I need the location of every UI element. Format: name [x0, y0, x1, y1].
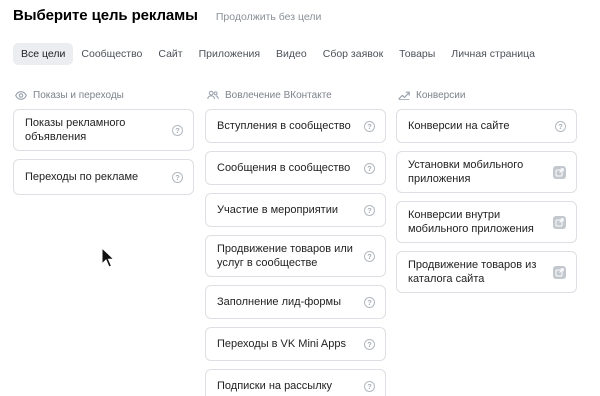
column-heading: Показы и переходы: [13, 88, 194, 102]
goal-filter-tabs: Все цели Сообщество Сайт Приложения Виде…: [13, 43, 543, 65]
goal-card-community-joins[interactable]: Вступления в сообщество ?: [205, 109, 386, 143]
tab-all-goals[interactable]: Все цели: [13, 43, 74, 65]
goal-card-label: Заполнение лид-формы: [217, 296, 341, 308]
column-impressions-clicks: Показы и переходы Показы рекламного объя…: [13, 88, 194, 203]
users-icon: [207, 89, 219, 101]
eye-icon: [15, 89, 27, 101]
skip-goal-link[interactable]: Продолжить без цели: [216, 11, 322, 23]
tab-products[interactable]: Товары: [391, 43, 443, 65]
external-link-icon[interactable]: [553, 215, 566, 229]
goal-card-label: Вступления в сообщество: [217, 120, 351, 132]
column-conversions: Конверсии Конверсии на сайте ? Установки…: [396, 88, 577, 301]
goal-card-label: Подписки на рассылку: [217, 380, 333, 392]
goal-card-event-participation[interactable]: Участие в мероприятии ?: [205, 193, 386, 227]
goal-card-site-conversions[interactable]: Конверсии на сайте ?: [396, 109, 577, 143]
goal-card-label: Участие в мероприятии: [217, 204, 339, 216]
column-heading: Вовлечение ВКонтакте: [205, 88, 386, 102]
goal-card-label: Сообщения в сообщество: [217, 162, 351, 174]
help-icon[interactable]: ?: [364, 338, 375, 350]
goal-card-community-products-promo[interactable]: Продвижение товаров или услуг в сообщест…: [205, 235, 386, 277]
help-icon[interactable]: ?: [364, 296, 375, 308]
goal-card-label: Конверсии внутри мобильного приложения: [408, 209, 534, 235]
column-heading-label: Конверсии: [416, 89, 466, 101]
help-icon[interactable]: ?: [172, 124, 183, 136]
help-icon[interactable]: ?: [364, 250, 375, 262]
page-header: Выберите цель рекламы Продолжить без цел…: [13, 7, 321, 27]
tab-lead-collection[interactable]: Сбор заявок: [315, 43, 391, 65]
goal-card-in-app-conversions[interactable]: Конверсии внутри мобильного приложения: [396, 201, 577, 243]
column-vk-engagement: Вовлечение ВКонтакте Вступления в сообще…: [205, 88, 386, 396]
goal-card-label: Конверсии на сайте: [408, 120, 510, 132]
goal-card-community-messages[interactable]: Сообщения в сообщество ?: [205, 151, 386, 185]
tab-apps[interactable]: Приложения: [191, 43, 268, 65]
external-link-icon[interactable]: [553, 165, 566, 179]
goal-card-label: Переходы по рекламе: [25, 171, 139, 183]
help-icon[interactable]: ?: [364, 204, 375, 216]
goal-card-label: Переходы в VK Mini Apps: [217, 338, 346, 350]
goal-card-lead-form[interactable]: Заполнение лид-формы ?: [205, 285, 386, 319]
help-icon[interactable]: ?: [555, 120, 566, 132]
mouse-cursor-icon: [101, 247, 115, 268]
help-icon[interactable]: ?: [364, 162, 375, 174]
goal-card-ad-impressions[interactable]: Показы рекламного объявления ?: [13, 109, 194, 151]
goal-card-label: Установки мобильного приложения: [408, 159, 524, 185]
goal-card-app-installs[interactable]: Установки мобильного приложения: [396, 151, 577, 193]
tab-video[interactable]: Видео: [268, 43, 315, 65]
tab-site[interactable]: Сайт: [150, 43, 190, 65]
help-icon[interactable]: ?: [364, 380, 375, 392]
goal-card-label: Продвижение товаров из каталога сайта: [408, 259, 537, 285]
column-heading-label: Вовлечение ВКонтакте: [225, 89, 332, 101]
goal-card-label: Продвижение товаров или услуг в сообщест…: [217, 243, 353, 269]
goal-card-label: Показы рекламного объявления: [25, 117, 126, 143]
tab-community[interactable]: Сообщество: [73, 43, 150, 65]
trend-up-icon: [398, 89, 410, 101]
goal-card-ad-clicks[interactable]: Переходы по рекламе ?: [13, 159, 194, 195]
external-link-icon[interactable]: [553, 265, 566, 279]
column-heading: Конверсии: [396, 88, 577, 102]
goal-card-newsletter-subscriptions[interactable]: Подписки на рассылку ?: [205, 369, 386, 396]
help-icon[interactable]: ?: [172, 171, 183, 183]
column-heading-label: Показы и переходы: [33, 89, 124, 101]
page-title: Выберите цель рекламы: [13, 7, 198, 24]
goal-card-catalog-products-promo[interactable]: Продвижение товаров из каталога сайта: [396, 251, 577, 293]
help-icon[interactable]: ?: [364, 120, 375, 132]
tab-personal-page[interactable]: Личная страница: [443, 43, 543, 65]
goal-card-vk-mini-apps[interactable]: Переходы в VK Mini Apps ?: [205, 327, 386, 361]
